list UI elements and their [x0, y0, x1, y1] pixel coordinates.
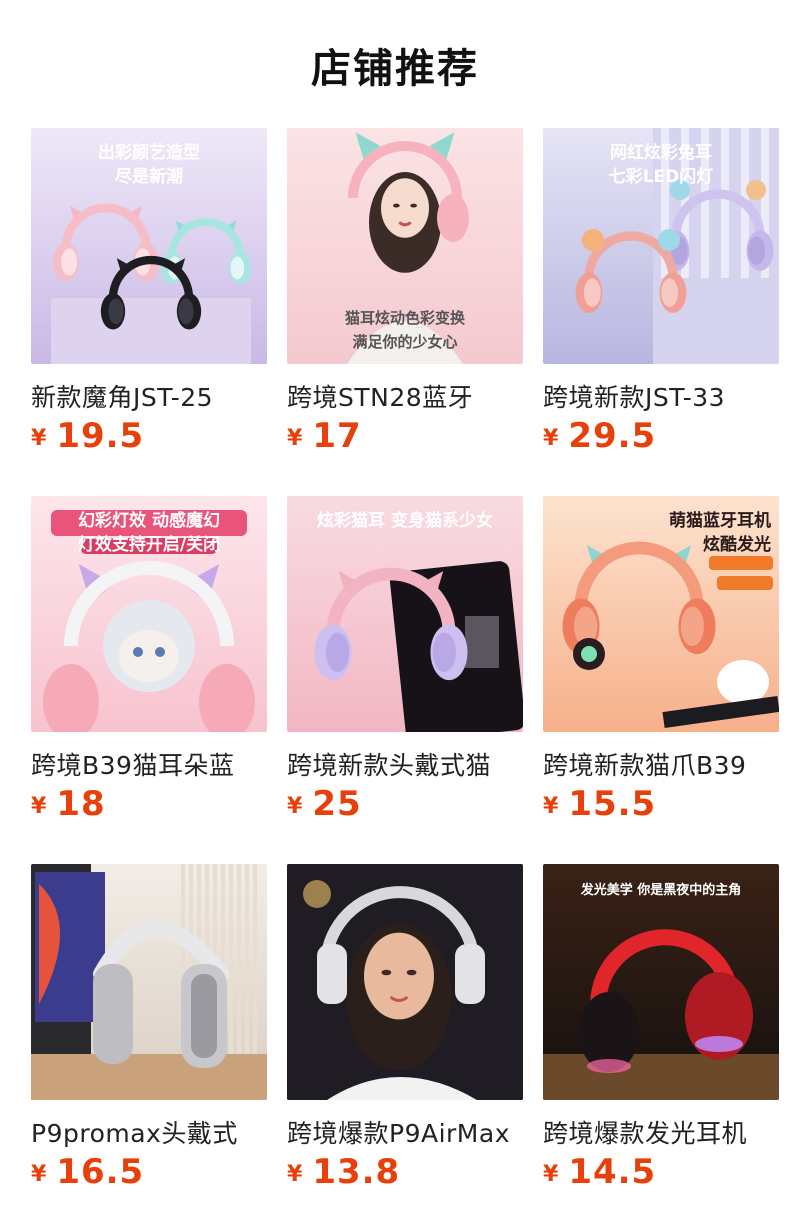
currency-symbol: ¥	[31, 1162, 47, 1187]
product-image[interactable]: 猫耳炫动色彩变换 满足你的少女心	[287, 128, 523, 364]
silver-over-ear-headphones-icon	[31, 864, 267, 1100]
smiling-woman-headphones-icon	[287, 864, 523, 1100]
product-card[interactable]: 萌猫蓝牙耳机 炫酷发光 跨境新款猫爪B39 ¥15.5	[543, 496, 779, 824]
woman-wearing-headphones-icon: 猫耳炫动色彩变换满足你的少女心	[287, 128, 523, 364]
product-name[interactable]: P9promax头戴式	[31, 1114, 267, 1150]
product-image[interactable]: 网红炫彩兔耳 七彩LED闪灯	[543, 128, 779, 364]
image-headline-text: 网红炫彩兔耳	[610, 142, 712, 163]
product-price: ¥25	[287, 784, 523, 824]
product-image[interactable]: 萌猫蓝牙耳机炫酷发光	[543, 496, 779, 732]
image-headline-text: 尽是新潮	[115, 166, 183, 187]
image-headline-text: 萌猫蓝牙耳机	[669, 510, 771, 531]
price-amount: 13.8	[312, 1152, 401, 1192]
product-price: ¥19.5	[31, 416, 267, 456]
product-card[interactable]: P9promax头戴式 ¥16.5	[31, 864, 267, 1192]
product-card[interactable]: 出彩颜艺造型 尽是新潮 新款魔角JST-25 ¥19.5	[31, 128, 267, 456]
image-headline-text: 出彩颜艺造型	[98, 142, 200, 163]
currency-symbol: ¥	[543, 426, 559, 451]
cat-ear-headphones-group-icon: 出彩颜艺造型尽是新潮	[31, 128, 267, 364]
product-price: ¥13.8	[287, 1152, 523, 1192]
product-card[interactable]: 幻彩灯效 动感魔幻 灯效支持开启/关闭 跨境B39猫耳朵蓝 ¥18	[31, 496, 267, 824]
image-headline-text: 灯效支持开启/关闭	[78, 534, 220, 555]
product-price: ¥17	[287, 416, 523, 456]
image-headline-text: 炫酷发光	[703, 534, 771, 555]
image-headline-text: 满足你的少女心	[352, 333, 457, 351]
image-headline-text: 炫彩猫耳 变身猫系少女	[317, 510, 493, 531]
paw-headphones-orange-icon: 萌猫蓝牙耳机炫酷发光	[543, 496, 779, 732]
product-card[interactable]: 猫耳炫动色彩变换 满足你的少女心 跨境STN28蓝牙 ¥17	[287, 128, 523, 456]
product-name[interactable]: 新款魔角JST-25	[31, 378, 267, 414]
bear-ear-headphones-icon: 网红炫彩兔耳七彩LED闪灯	[543, 128, 779, 364]
currency-symbol: ¥	[31, 794, 47, 819]
price-amount: 15.5	[568, 784, 657, 824]
product-card[interactable]: 炫彩猫耳 变身猫系少女 跨境新款头戴式猫 ¥25	[287, 496, 523, 824]
currency-symbol: ¥	[31, 426, 47, 451]
product-name[interactable]: 跨境STN28蓝牙	[287, 378, 523, 414]
price-amount: 25	[312, 784, 362, 824]
price-amount: 29.5	[568, 416, 657, 456]
section-title: 店铺推荐	[311, 46, 479, 92]
product-price: ¥14.5	[543, 1152, 779, 1192]
product-name[interactable]: 跨境新款JST-33	[543, 378, 779, 414]
currency-symbol: ¥	[287, 426, 303, 451]
product-image[interactable]: 发光美学 你是黑夜中的主角	[543, 864, 779, 1100]
product-image[interactable]: 幻彩灯效 动感魔幻 灯效支持开启/关闭	[31, 496, 267, 732]
image-headline-text: 猫耳炫动色彩变换	[345, 309, 466, 327]
currency-symbol: ¥	[543, 1162, 559, 1187]
price-amount: 16.5	[56, 1152, 145, 1192]
product-price: ¥18	[31, 784, 267, 824]
product-price: ¥29.5	[543, 416, 779, 456]
product-price: ¥16.5	[31, 1152, 267, 1192]
product-price: ¥15.5	[543, 784, 779, 824]
product-name[interactable]: 跨境爆款P9AirMax	[287, 1114, 523, 1150]
red-glowing-headphones-icon: 发光美学 你是黑夜中的主角	[543, 864, 779, 1100]
product-image[interactable]: 出彩颜艺造型 尽是新潮	[31, 128, 267, 364]
cat-ear-headphones-phone-icon: 炫彩猫耳 变身猫系少女	[287, 496, 523, 732]
price-amount: 14.5	[568, 1152, 657, 1192]
product-image[interactable]	[31, 864, 267, 1100]
product-name[interactable]: 跨境B39猫耳朵蓝	[31, 746, 267, 782]
price-amount: 17	[312, 416, 362, 456]
product-card[interactable]: 发光美学 你是黑夜中的主角 跨境爆款发光耳机 ¥14.5	[543, 864, 779, 1192]
product-name[interactable]: 跨境新款头戴式猫	[287, 746, 523, 782]
store-recommendations-page: 店铺推荐 出彩颜艺造型 尽是新潮 新款魔角JST-25 ¥19.5 猫耳炫动色彩变换 满足…	[0, 0, 790, 1232]
kitten-cat-ear-headphones-icon: 幻彩灯效 动感魔幻灯效支持开启/关闭	[31, 496, 267, 732]
price-amount: 19.5	[56, 416, 145, 456]
price-amount: 18	[56, 784, 106, 824]
product-card[interactable]: 网红炫彩兔耳 七彩LED闪灯 跨境新款JST-33 ¥29.5	[543, 128, 779, 456]
product-name[interactable]: 跨境新款猫爪B39	[543, 746, 779, 782]
currency-symbol: ¥	[287, 794, 303, 819]
product-image[interactable]	[287, 864, 523, 1100]
product-name[interactable]: 跨境爆款发光耳机	[543, 1114, 779, 1150]
currency-symbol: ¥	[287, 1162, 303, 1187]
product-card[interactable]: 跨境爆款P9AirMax ¥13.8	[287, 864, 523, 1192]
image-headline-text: 幻彩灯效 动感魔幻	[78, 510, 220, 531]
image-headline-text: 七彩LED闪灯	[609, 166, 714, 187]
image-headline-text: 发光美学 你是黑夜中的主角	[580, 882, 742, 898]
product-image[interactable]: 炫彩猫耳 变身猫系少女	[287, 496, 523, 732]
currency-symbol: ¥	[543, 794, 559, 819]
